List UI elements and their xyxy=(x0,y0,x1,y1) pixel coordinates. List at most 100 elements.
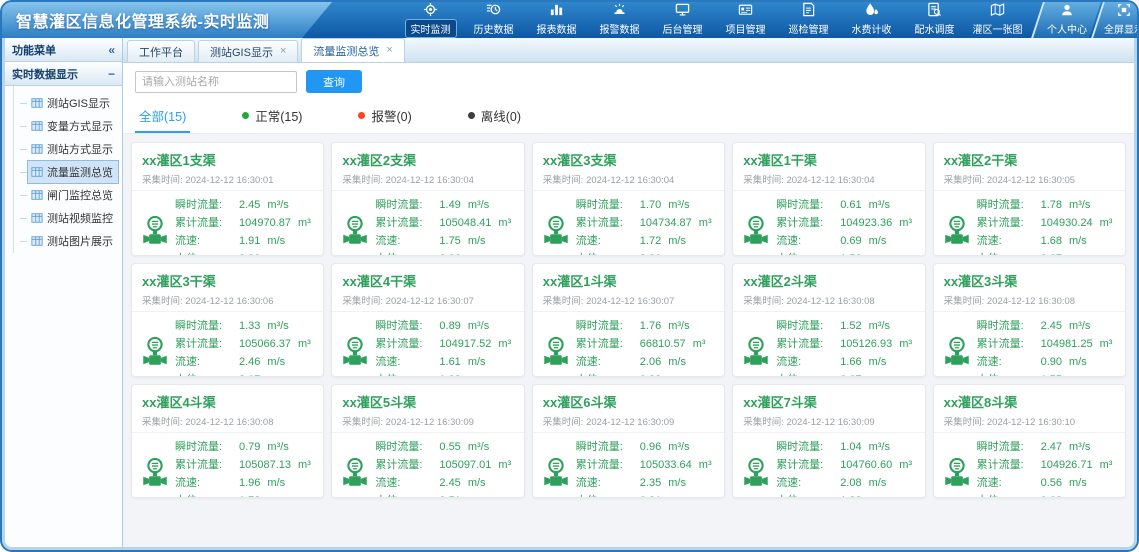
sidebar-item-7[interactable]: 测站图片展示 xyxy=(28,230,118,252)
filter-tab-1[interactable]: 全部(15) xyxy=(135,99,190,133)
sidebar-item-4[interactable]: 流量监测总览 xyxy=(28,161,118,183)
card-time: 采集时间: 2024-12-12 16:30:07 xyxy=(543,293,714,307)
tab-bar: 工作平台测站GIS显示×流量监测总览× xyxy=(123,38,1134,63)
card-time-value: 2024-12-12 16:30:06 xyxy=(185,296,273,307)
metric-label: 流速: xyxy=(175,353,239,369)
filter-tab-4[interactable]: 离线(0) xyxy=(464,99,525,133)
sidebar-collapse-icon[interactable]: « xyxy=(108,43,115,57)
metric-row: 流速:1.61m/s xyxy=(375,353,517,369)
metric-row: 瞬时流量:0.61m³/s xyxy=(776,196,918,212)
sidebar-item-label: 闸门监控总览 xyxy=(47,187,113,203)
metric-row: 水位:2.07m xyxy=(977,250,1119,256)
user-icon xyxy=(1060,2,1074,18)
metric-label: 累计流量: xyxy=(776,456,840,472)
metric-value: 1.52 xyxy=(840,253,861,256)
metric-unit: m xyxy=(869,253,878,256)
tab-1[interactable]: 工作平台 xyxy=(127,40,195,62)
sidebar-item-5[interactable]: 闸门监控总览 xyxy=(28,184,118,206)
metric-unit: m xyxy=(468,253,477,256)
card-time-value: 2024-12-12 16:30:04 xyxy=(586,175,674,186)
nav-item-5[interactable]: 后台管理 xyxy=(651,2,714,38)
card-header: xx灌区6斗渠采集时间: 2024-12-12 16:30:09 xyxy=(533,385,724,433)
metric-value: 1.66 xyxy=(840,356,861,368)
metric-value: 2.46 xyxy=(239,356,260,368)
filter-label: 全部(15) xyxy=(139,106,186,125)
metric-label: 累计流量: xyxy=(776,335,840,351)
search-bar: 查询 xyxy=(123,63,1134,99)
card-header: xx灌区1斗渠采集时间: 2024-12-12 16:30:07 xyxy=(533,264,724,312)
sidebar-item-3[interactable]: 测站方式显示 xyxy=(28,138,118,160)
sidebar-item-label: 测站视频监控 xyxy=(47,210,113,226)
sidebar-item-2[interactable]: 变量方式显示 xyxy=(28,115,118,137)
metric-label: 水位: xyxy=(576,250,640,256)
card-time-label: 采集时间: xyxy=(743,175,786,186)
station-card: xx灌区4干渠采集时间: 2024-12-12 16:30:07瞬时流量:0.8… xyxy=(331,263,524,377)
metric-unit: m³ xyxy=(699,217,712,229)
sidebar-item-6[interactable]: 测站视频监控 xyxy=(28,207,118,229)
metric-label: 累计流量: xyxy=(977,214,1041,230)
tab-label: 测站GIS显示 xyxy=(210,44,273,60)
metric-unit: m³ xyxy=(693,338,706,350)
sidebar-section-header[interactable]: 实时数据显示 − xyxy=(5,62,122,86)
metric-unit: m³ xyxy=(1100,459,1113,471)
nav-item-7[interactable]: 巡检管理 xyxy=(777,2,840,38)
nav-item-2[interactable]: 历史数据 xyxy=(462,2,525,38)
metric-value: 1.68 xyxy=(1041,235,1062,247)
card-time: 采集时间: 2024-12-12 16:30:04 xyxy=(543,172,714,186)
sidebar-item-1[interactable]: 测站GIS显示 xyxy=(28,92,118,114)
metric-value: 104734.87 xyxy=(640,217,692,229)
metric-unit: m³/s xyxy=(468,441,489,453)
search-button[interactable]: 查询 xyxy=(306,70,362,93)
nav-item-10[interactable]: 灌区一张图 xyxy=(966,2,1029,38)
card-time-value: 2024-12-12 16:30:07 xyxy=(586,296,674,307)
card-time: 采集时间: 2024-12-12 16:30:09 xyxy=(342,414,513,428)
tab-close-icon[interactable]: × xyxy=(280,46,286,57)
nav-item-1[interactable]: 实时监测 xyxy=(399,2,462,38)
user-button-1[interactable]: 个人中心 xyxy=(1031,2,1101,38)
metric-list: 瞬时流量:0.55m³/s累计流量:105097.01m³流速:2.45m/s水… xyxy=(375,438,517,498)
section-collapse-icon[interactable]: − xyxy=(108,67,115,81)
card-time: 采集时间: 2024-12-12 16:30:08 xyxy=(743,293,914,307)
card-time-label: 采集时间: xyxy=(743,417,786,428)
tab-3[interactable]: 流量监测总览× xyxy=(301,38,404,62)
sidebar-item-label: 测站图片展示 xyxy=(47,233,113,249)
metric-list: 瞬时流量:1.78m³/s累计流量:104930.24m³流速:1.68m/s水… xyxy=(977,196,1119,256)
tab-2[interactable]: 测站GIS显示 × xyxy=(198,40,298,62)
nav-item-label: 后台管理 xyxy=(657,19,709,38)
tab-close-icon[interactable]: × xyxy=(386,45,392,56)
metric-unit: m³/s xyxy=(869,320,890,332)
nav-item-6[interactable]: 项目管理 xyxy=(714,2,777,38)
filter-label: 离线(0) xyxy=(481,106,521,125)
nav-item-9[interactable]: 配水调度 xyxy=(903,2,966,38)
metric-value: 2.06 xyxy=(640,356,661,368)
station-card: xx灌区6斗渠采集时间: 2024-12-12 16:30:09瞬时流量:0.9… xyxy=(532,384,725,498)
station-card: xx灌区3干渠采集时间: 2024-12-12 16:30:06瞬时流量:1.3… xyxy=(131,263,324,377)
card-time-label: 采集时间: xyxy=(543,296,586,307)
user-button-2[interactable]: 全屏显示 xyxy=(1091,2,1139,38)
card-time-label: 采集时间: xyxy=(342,175,385,186)
card-body: 瞬时流量:2.47m³/s累计流量:104926.71m³流速:0.56m/s水… xyxy=(934,433,1125,498)
metric-value: 2.17 xyxy=(239,374,260,377)
nav-item-label: 配水调度 xyxy=(909,19,961,38)
nav-item-3[interactable]: 报表数据 xyxy=(525,2,588,38)
card-body: 瞬时流量:1.78m³/s累计流量:104930.24m³流速:1.68m/s水… xyxy=(934,191,1125,256)
nav-item-4[interactable]: 报警数据 xyxy=(588,2,651,38)
card-title: xx灌区2支渠 xyxy=(342,150,513,169)
metric-label: 水位: xyxy=(776,250,840,256)
metric-unit: m³ xyxy=(899,217,912,229)
nav-item-8[interactable]: 水费计收 xyxy=(840,2,903,38)
metric-value: 0.89 xyxy=(439,320,460,332)
metric-row: 流速:2.46m/s xyxy=(175,353,317,369)
metric-label: 流速: xyxy=(977,474,1041,490)
user-button-label: 全屏显示 xyxy=(1098,19,1139,38)
filter-tab-2[interactable]: 正常(15) xyxy=(238,99,306,133)
card-title: xx灌区6斗渠 xyxy=(543,392,714,411)
metric-value: 0.68 xyxy=(1041,495,1062,498)
card-time: 采集时间: 2024-12-12 16:30:09 xyxy=(543,414,714,428)
metric-unit: m³/s xyxy=(668,441,689,453)
metric-unit: m³/s xyxy=(668,199,689,211)
filter-tab-3[interactable]: 报警(0) xyxy=(354,99,415,133)
search-input[interactable] xyxy=(135,71,297,93)
flow-meter-icon xyxy=(140,457,170,489)
metric-label: 流速: xyxy=(977,232,1041,248)
